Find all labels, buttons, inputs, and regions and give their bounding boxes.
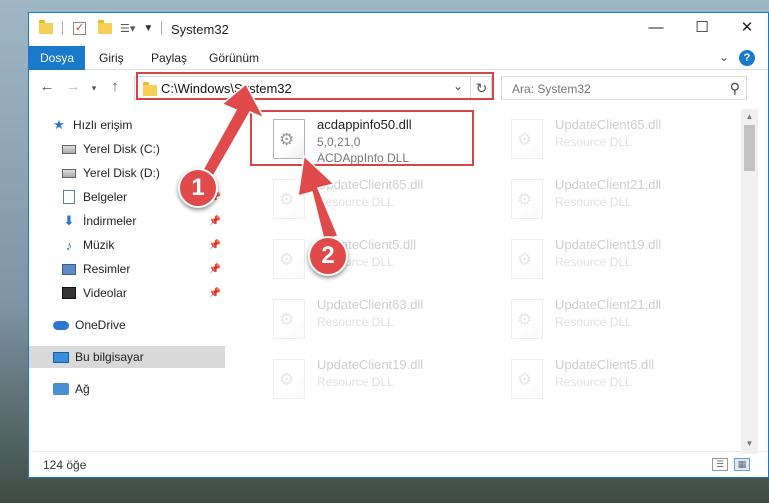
step-badge-2: 2 <box>308 236 348 276</box>
step-badge-1: 1 <box>178 168 218 208</box>
arrow-1 <box>198 82 266 176</box>
arrow-2 <box>297 154 340 241</box>
annotation-arrows <box>198 82 340 241</box>
